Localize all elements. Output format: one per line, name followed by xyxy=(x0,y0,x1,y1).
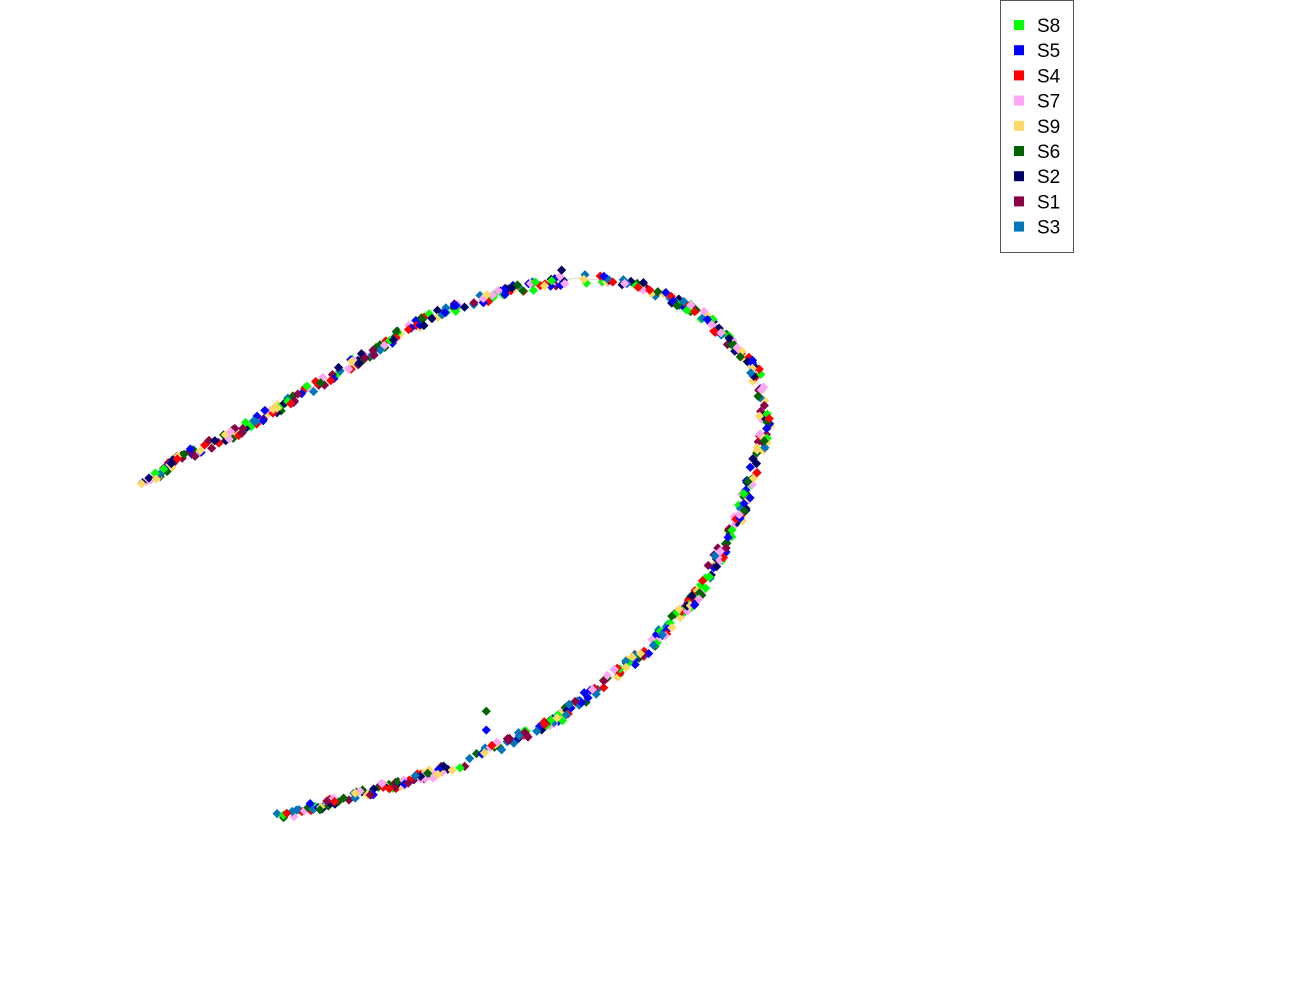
data-point-s2 xyxy=(557,265,567,275)
legend-label: S2 xyxy=(1037,167,1060,188)
legend-swatch xyxy=(1014,146,1024,156)
legend-swatch xyxy=(1014,120,1024,131)
legend-swatch xyxy=(1014,171,1024,182)
scatter-chart: S8 S5 S4 S7 S9 S6 S2 S1 S3 xyxy=(136,0,1074,823)
legend-label: S5 xyxy=(1037,41,1060,62)
legend-label: S8 xyxy=(1037,16,1060,37)
legend-swatch xyxy=(1014,95,1024,106)
legend-label: S3 xyxy=(1037,218,1060,239)
plot-area xyxy=(136,265,775,823)
legend-label: S4 xyxy=(1037,66,1061,87)
data-point-s1 xyxy=(469,298,479,308)
data-point-s5 xyxy=(481,725,491,735)
legend-swatch xyxy=(1014,70,1024,81)
legend: S8 S5 S4 S7 S9 S6 S2 S1 S3 xyxy=(1000,0,1074,253)
legend-label: S1 xyxy=(1037,192,1060,213)
trajectory-line xyxy=(138,277,767,818)
legend-label: S7 xyxy=(1037,92,1060,113)
legend-swatch xyxy=(1014,221,1024,232)
legend-swatch xyxy=(1014,20,1024,30)
data-point-s6 xyxy=(481,706,491,716)
legend-label: S6 xyxy=(1037,142,1060,163)
legend-swatch xyxy=(1014,45,1024,56)
legend-label: S9 xyxy=(1037,117,1060,138)
legend-swatch xyxy=(1014,196,1024,207)
